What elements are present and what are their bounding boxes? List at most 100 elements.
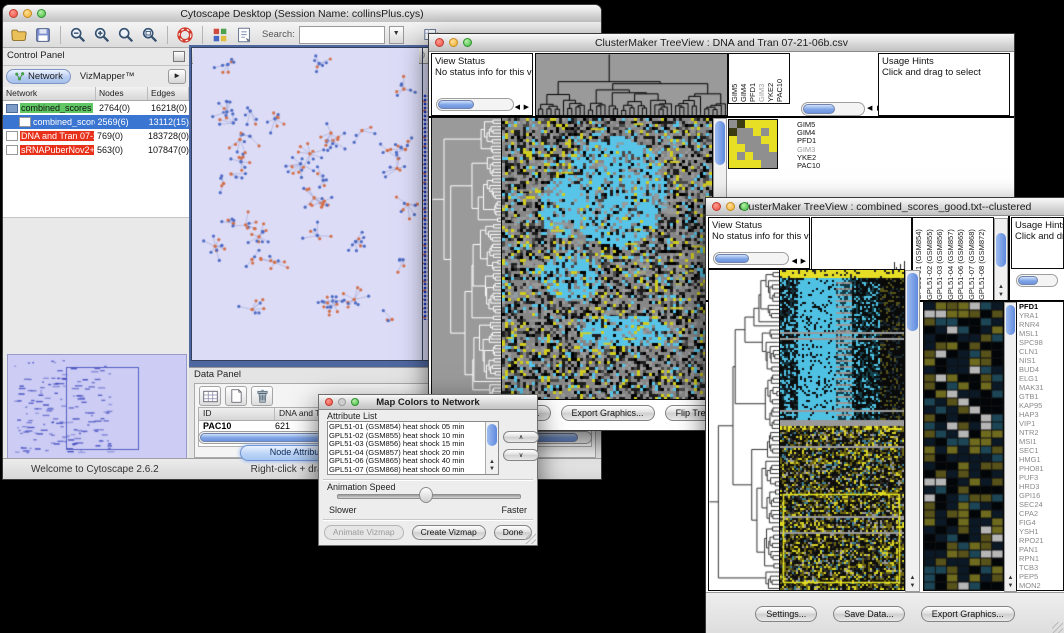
scroll-left-icon[interactable]: ◀ [792,257,797,265]
zoom-heatmap-cell[interactable] [761,152,769,160]
vizmapper-icon[interactable] [210,25,230,45]
new-attribute-icon[interactable] [225,386,247,406]
move-up-button[interactable]: ∧ [503,431,539,443]
network-view-canvas[interactable] [193,48,419,342]
usage-hscrollbar[interactable] [1016,274,1058,287]
close-button[interactable] [9,9,18,18]
scroll-thumb[interactable] [715,121,725,165]
attribute-item[interactable]: GPL51-04 (GSM857) heat shock 20 min [329,449,485,458]
scroll-up-icon[interactable]: ▲ [995,284,1007,291]
global-heatmap-canvas[interactable] [780,270,904,590]
zoom-heatmap-cell[interactable] [753,144,761,152]
global-heatmap-pane[interactable] [780,270,904,590]
zoom-heatmap-cell[interactable] [769,120,777,128]
network-row[interactable]: combined_scores_good.txt--clustered 2569… [3,115,189,129]
attribute-item[interactable]: GPL51-07 (GSM868) heat shock 60 min [329,466,485,475]
animate-vizmap-button[interactable]: Animate Vizmap [324,525,404,540]
minimize-button[interactable] [23,9,32,18]
scroll-down-icon[interactable]: ▼ [1005,583,1016,590]
zoom-button[interactable] [740,202,749,211]
attribute-vscrollbar[interactable]: ▲ ▼ [485,422,498,474]
save-icon[interactable] [33,25,53,45]
scroll-down-icon[interactable]: ▼ [906,583,919,590]
resize-grip[interactable] [525,533,536,544]
column-dendrogram-pane[interactable] [536,54,727,115]
zoom-heatmap-cell[interactable] [753,128,761,136]
zoom-button[interactable] [463,38,472,47]
scroll-up-icon[interactable]: ▲ [1005,575,1016,582]
zoom-heatmap-cell[interactable] [761,136,769,144]
delete-attribute-icon[interactable] [251,386,273,406]
overview-canvas[interactable] [8,355,184,459]
scroll-down-icon[interactable]: ▼ [486,466,498,473]
labels-vscrollbar[interactable]: ▲ ▼ [994,218,1008,301]
scroll-right-icon[interactable]: ▶ [801,257,806,265]
zoom-heatmap-cell[interactable] [745,120,753,128]
attribute-item[interactable]: GPL51-02 (GSM855) heat shock 10 min [329,432,485,441]
tab-vizmapper[interactable]: VizMapper™ [73,70,142,83]
scroll-thumb[interactable] [715,254,749,263]
row-dendrogram-canvas[interactable] [709,270,780,590]
scroll-down-icon[interactable]: ▼ [995,292,1007,299]
detail-vscrollbar[interactable]: ▲ ▼ [1004,302,1017,592]
create-vizmap-button[interactable]: Create Vizmap [412,525,486,540]
zoom-heatmap-cell[interactable] [729,120,737,128]
zoom-heatmap[interactable] [729,120,777,168]
zoom-heatmap-cell[interactable] [769,160,777,168]
zoom-heatmap-cell[interactable] [745,152,753,160]
zoom-heatmap-cell[interactable] [745,136,753,144]
zoom-in-icon[interactable] [92,25,112,45]
zoom-heatmap-cell[interactable] [753,120,761,128]
network-frame-clustered[interactable]: combined_scores_good.txt--cluste... [191,47,423,361]
select-attributes-icon[interactable] [199,386,221,406]
zoom-button[interactable] [351,398,359,406]
treeview-combined-titlebar[interactable]: ClusterMaker TreeView : combined_scores_… [706,198,1064,216]
zoom-heatmap-cell[interactable] [769,128,777,136]
network-overview-thumbnail[interactable] [7,354,187,462]
zoom-heatmap-cell[interactable] [729,160,737,168]
scroll-thumb[interactable] [803,104,835,114]
zoom-heatmap-cell[interactable] [761,120,769,128]
tab-overflow-icon[interactable]: ► [168,69,186,84]
annotation-icon[interactable] [234,25,254,45]
minimize-button[interactable] [449,38,458,47]
heatmap-pane[interactable] [502,118,712,399]
scroll-thumb[interactable] [907,273,918,331]
resize-grip[interactable] [1052,622,1063,633]
move-down-button[interactable]: ∨ [503,449,539,461]
zoom-heatmap-cell[interactable] [753,160,761,168]
network-row[interactable]: DNA and Tran 07-21-06b.csv 769(0) 183728… [3,129,189,143]
zoom-heatmap-cell[interactable] [769,152,777,160]
zoom-selected-icon[interactable] [116,25,136,45]
column-header[interactable]: Nodes [96,87,148,100]
close-button[interactable] [325,398,333,406]
heatmap-canvas[interactable] [502,118,712,399]
treeview-button[interactable]: Export Graphics... [921,606,1015,622]
tab-network[interactable]: Network [6,69,71,84]
treeview-button[interactable]: Save Data... [833,606,905,622]
help-ring-icon[interactable] [175,25,195,45]
zoom-heatmap-cell[interactable] [737,160,745,168]
attribute-item[interactable]: GPL51-03 (GSM856) heat shock 15 min [329,440,485,449]
column-header[interactable]: Edges [148,87,189,100]
search-input[interactable] [299,26,385,44]
network-row[interactable]: sRNAPuberNov2+ 563(0) 107847(0) [3,143,189,157]
scroll-thumb[interactable] [1018,276,1038,285]
row-dendrogram-pane[interactable] [709,270,780,590]
search-dropdown-icon[interactable]: ▼ [389,26,404,44]
zoom-heatmap-cell[interactable] [761,160,769,168]
zoom-heatmap-cell[interactable] [737,144,745,152]
scroll-thumb[interactable] [1006,305,1015,335]
scroll-right-icon[interactable]: ▶ [524,103,529,111]
minimize-button[interactable] [338,398,346,406]
network-row[interactable]: combined_scores 2764(0) 16218(0) [3,101,189,115]
treeview-button[interactable]: Export Graphics... [561,405,655,421]
zoom-heatmap-cell[interactable] [737,120,745,128]
dialog-titlebar[interactable]: Map Colors to Network [319,395,537,410]
row-dendrogram-pane[interactable] [432,118,501,399]
zoom-heatmap-cell[interactable] [745,144,753,152]
animation-slider-thumb[interactable] [419,487,433,503]
zoom-heatmap-cell[interactable] [729,144,737,152]
column-dendrogram-canvas[interactable] [536,54,727,115]
global-vscrollbar[interactable]: ▲ ▼ [905,270,920,592]
